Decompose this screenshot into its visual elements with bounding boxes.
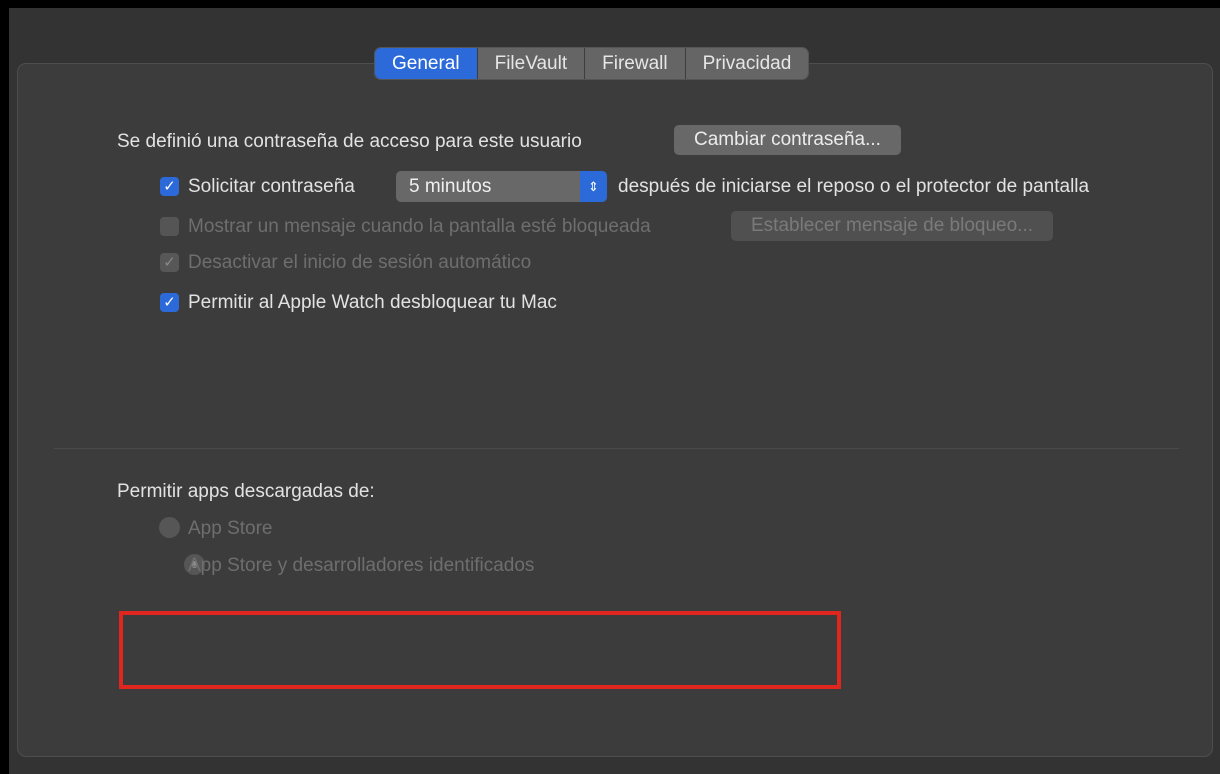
- downloads-heading: Permitir apps descargadas de:: [117, 481, 375, 502]
- disable-autologin-checkbox[interactable]: ✓: [160, 253, 179, 272]
- security-preferences-window: General FileVault Firewall Privacidad Se…: [9, 8, 1220, 774]
- updown-chevron-icon: ⇕: [580, 171, 607, 202]
- password-delay-value: 5 minutos: [409, 176, 492, 197]
- apple-watch-checkbox[interactable]: ✓: [160, 293, 179, 312]
- require-password-suffix: después de iniciarse el reposo o el prot…: [618, 176, 1090, 197]
- set-lock-message-button[interactable]: Establecer mensaje de bloqueo...: [731, 211, 1054, 241]
- disable-autologin-label: Desactivar el inicio de sesión automátic…: [188, 252, 532, 273]
- password-set-text: Se definió una contraseña de acceso para…: [117, 131, 582, 152]
- tab-bar: General FileVault Firewall Privacidad: [375, 48, 809, 79]
- apple-watch-label: Permitir al Apple Watch desbloquear tu M…: [188, 292, 557, 313]
- tab-firewall[interactable]: Firewall: [585, 48, 686, 79]
- show-message-checkbox[interactable]: [160, 217, 179, 236]
- require-password-label: Solicitar contraseña: [188, 176, 355, 197]
- highlight-box: [119, 611, 841, 689]
- radio-app-store-label: App Store: [188, 518, 273, 539]
- change-password-button[interactable]: Cambiar contraseña...: [674, 125, 901, 155]
- password-delay-select[interactable]: 5 minutos ⇕: [396, 171, 607, 202]
- tab-filevault[interactable]: FileVault: [477, 48, 586, 79]
- radio-app-store[interactable]: [159, 517, 180, 538]
- require-password-checkbox[interactable]: ✓: [160, 177, 179, 196]
- radio-app-store-identified-label: App Store y desarrolladores identificado…: [188, 555, 535, 576]
- tab-privacy[interactable]: Privacidad: [685, 48, 809, 79]
- section-divider: [54, 448, 1179, 449]
- show-message-label: Mostrar un mensaje cuando la pantalla es…: [188, 216, 651, 237]
- tab-general[interactable]: General: [375, 48, 478, 79]
